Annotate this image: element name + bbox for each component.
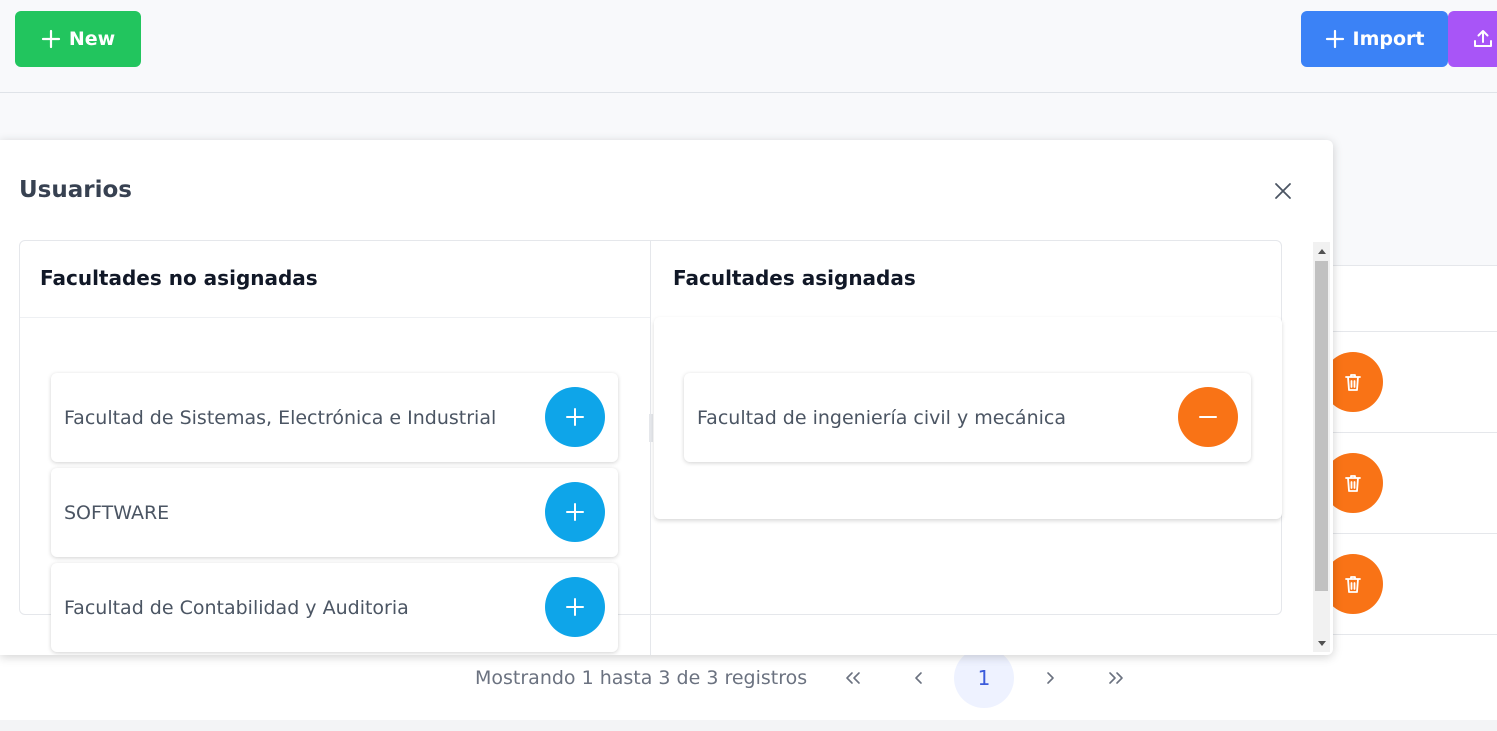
assigned-list: Facultad de ingeniería civil y mecánica xyxy=(654,317,1282,519)
table-row-divider xyxy=(1333,265,1497,266)
export-button[interactable] xyxy=(1448,11,1497,67)
page-button-current[interactable]: 1 xyxy=(954,648,1014,708)
list-item: Facultad de ingeniería civil y mecánica xyxy=(684,373,1251,462)
list-item-label: Facultad de ingeniería civil y mecánica xyxy=(697,406,1066,429)
table-row-divider xyxy=(1333,331,1497,332)
scroll-up-arrow[interactable] xyxy=(1313,242,1330,259)
plus-icon xyxy=(566,598,584,616)
resize-grip[interactable] xyxy=(649,414,653,442)
list-item: Facultad de Contabilidad y Auditoria xyxy=(51,563,618,652)
chevron-right-icon xyxy=(1047,672,1054,684)
assigned-header: Facultades asignadas xyxy=(673,266,916,290)
plus-icon xyxy=(566,408,584,426)
trash-icon xyxy=(1345,374,1361,391)
new-button-label: New xyxy=(68,28,116,50)
table-row-divider xyxy=(1333,634,1497,635)
new-button[interactable]: New xyxy=(15,11,141,67)
prev-page-button[interactable] xyxy=(889,648,949,708)
upload-icon xyxy=(1474,30,1492,47)
add-button[interactable] xyxy=(545,482,605,542)
unassigned-header: Facultades no asignadas xyxy=(40,266,318,290)
trash-icon xyxy=(1345,576,1361,593)
scroll-down-arrow[interactable] xyxy=(1313,635,1330,652)
chevron-left-icon xyxy=(915,672,922,684)
footer-strip xyxy=(0,720,1497,731)
add-button[interactable] xyxy=(545,577,605,637)
list-item: Facultad de Sistemas, Electrónica e Indu… xyxy=(51,373,618,462)
list-item: SOFTWARE xyxy=(51,468,618,557)
picklist: Facultades no asignadas Facultades asign… xyxy=(19,240,1282,655)
first-page-button[interactable] xyxy=(823,648,883,708)
minus-icon xyxy=(1199,416,1217,418)
close-button[interactable] xyxy=(1270,178,1296,204)
add-button[interactable] xyxy=(545,387,605,447)
remove-button[interactable] xyxy=(1178,387,1238,447)
import-button-label: Import xyxy=(1352,28,1425,50)
double-chevron-left-icon xyxy=(846,672,860,684)
list-item-label: Facultad de Sistemas, Electrónica e Indu… xyxy=(64,406,497,429)
plus-icon xyxy=(41,29,60,49)
trash-icon xyxy=(1345,475,1361,492)
list-item-label: Facultad de Contabilidad y Auditoria xyxy=(64,596,409,619)
plus-icon xyxy=(566,503,584,521)
plus-icon xyxy=(1325,29,1344,49)
last-page-button[interactable] xyxy=(1086,648,1146,708)
table-row-divider xyxy=(1333,533,1497,534)
table-row-divider xyxy=(1333,432,1497,433)
dialog-title: Usuarios xyxy=(19,177,132,203)
users-dialog: Usuarios Facultades no asignadas Faculta… xyxy=(0,140,1333,655)
scroll-thumb[interactable] xyxy=(1315,261,1328,591)
import-button[interactable]: Import xyxy=(1301,11,1448,67)
next-page-button[interactable] xyxy=(1020,648,1080,708)
list-item-label: SOFTWARE xyxy=(64,501,170,524)
double-chevron-right-icon xyxy=(1109,672,1123,684)
close-icon xyxy=(1275,183,1291,199)
picklist-divider xyxy=(650,241,651,655)
triangle-up-icon xyxy=(1317,248,1326,254)
toolbar: New Import xyxy=(0,0,1497,93)
triangle-down-icon xyxy=(1317,640,1326,646)
scrollbar[interactable] xyxy=(1313,242,1330,652)
pagination-info: Mostrando 1 hasta 3 de 3 registros xyxy=(475,667,808,689)
header-separator xyxy=(20,317,650,318)
